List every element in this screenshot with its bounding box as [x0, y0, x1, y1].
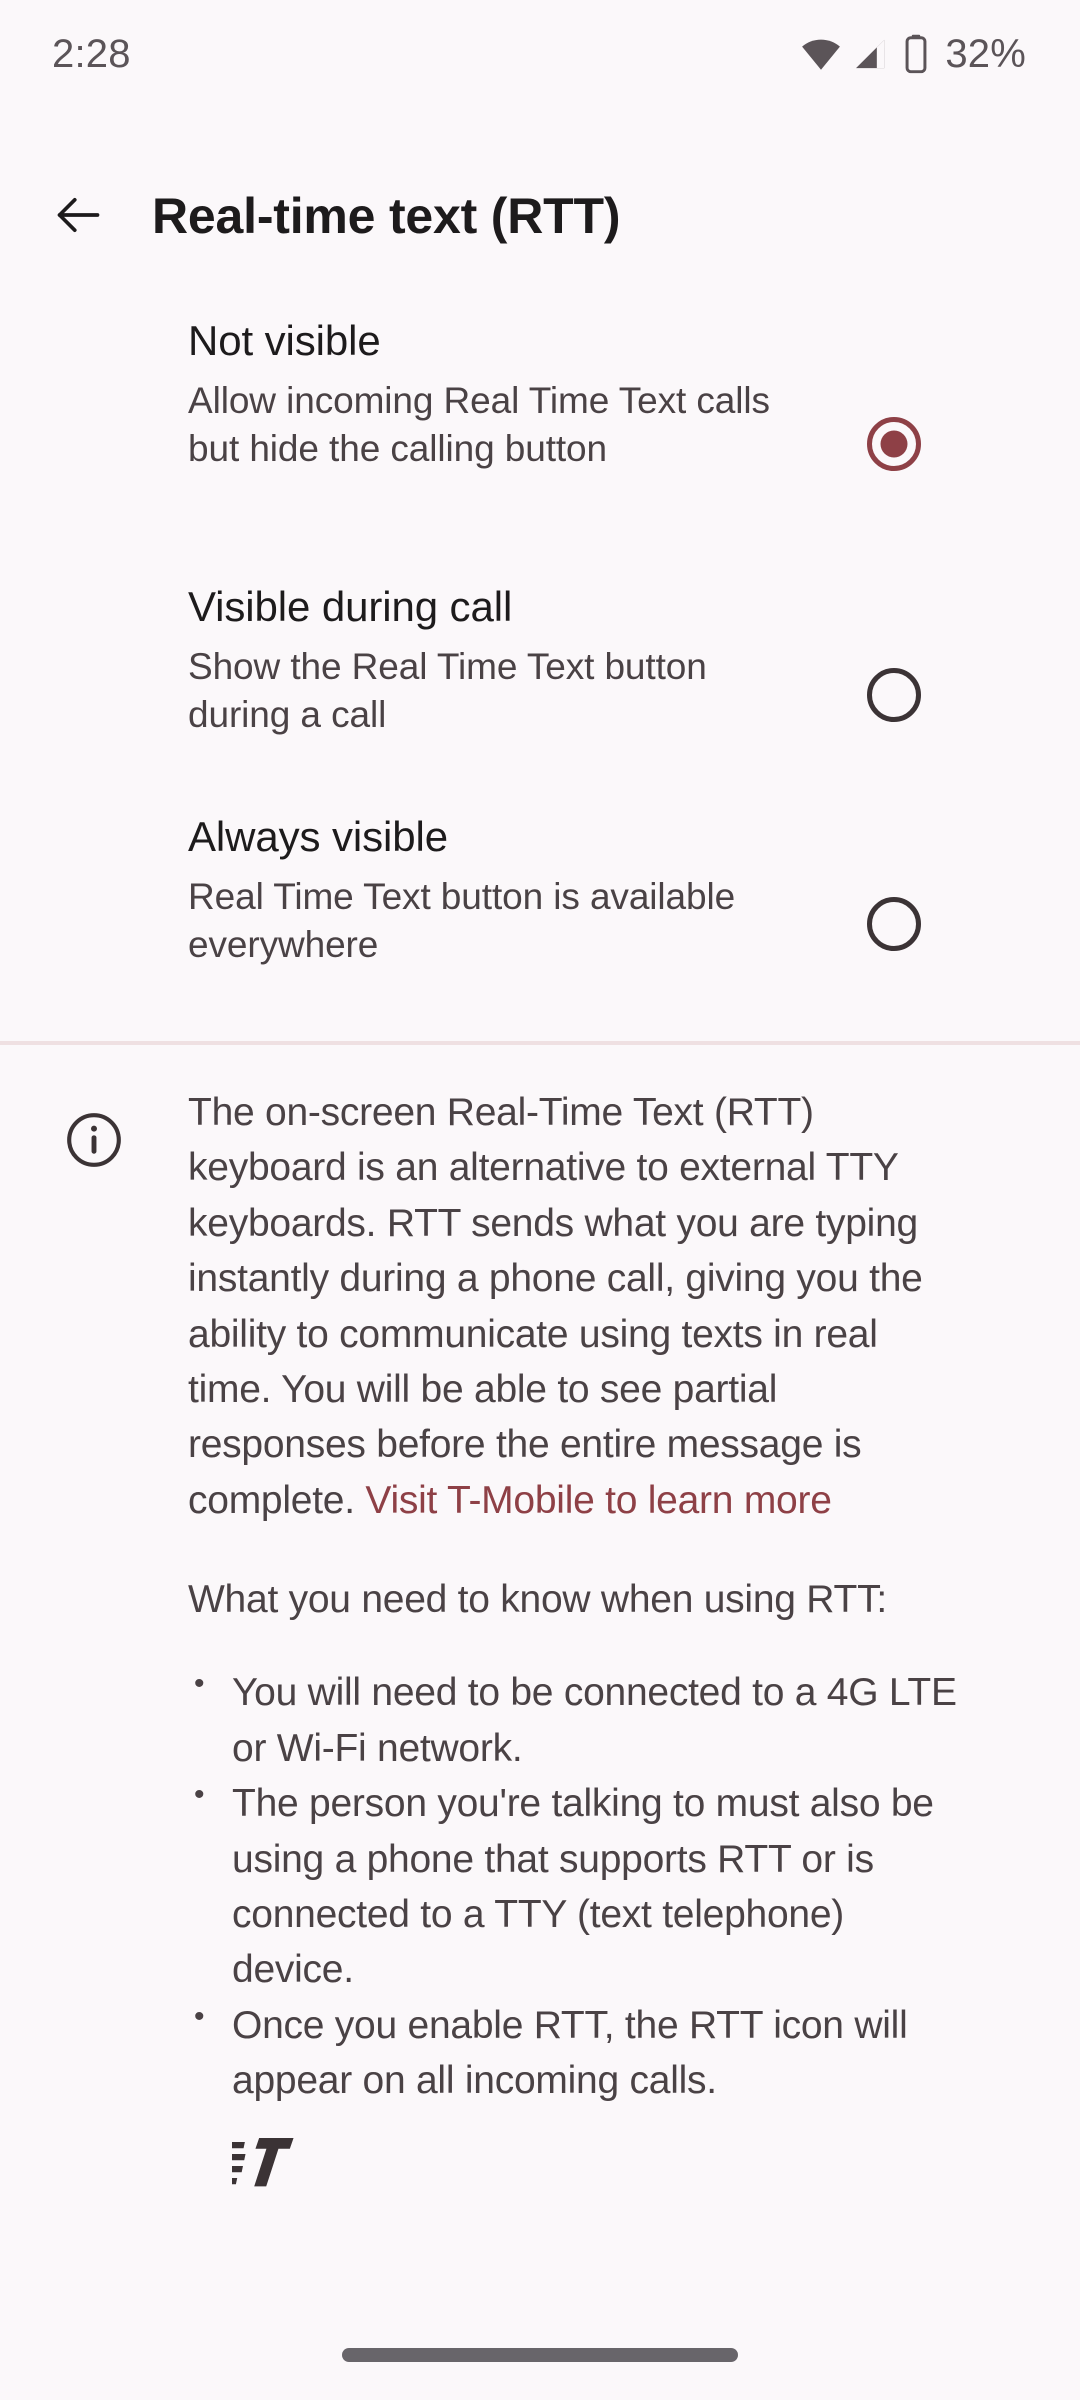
list-item: You will need to be connected to a 4G LT… [188, 1663, 958, 1776]
status-bar: 2:28 32% [0, 0, 1080, 108]
arrow-back-icon [52, 189, 104, 244]
info-paragraph: The on-screen Real-Time Text (RTT) keybo… [188, 1085, 958, 1528]
info-paragraph-text: The on-screen Real-Time Text (RTT) keybo… [188, 1091, 923, 1522]
option-always-visible[interactable]: Always visible Real Time Text button is … [0, 806, 1080, 1038]
radio-button-unselected-icon [867, 668, 921, 722]
info-section: The on-screen Real-Time Text (RTT) keybo… [0, 1085, 1080, 2193]
battery-percent-label: 32% [945, 31, 1026, 76]
option-description: Real Time Text button is available every… [188, 875, 736, 965]
cellular-signal-icon [851, 34, 891, 74]
option-title: Visible during call [188, 583, 513, 630]
option-title: Not visible [188, 317, 381, 364]
option-text: Visible during call Show the Real Time T… [188, 576, 808, 739]
radio-button-selected-icon [867, 417, 921, 471]
rtt-visibility-options: Not visible Allow incoming Real Time Tex… [0, 310, 1080, 1038]
app-bar: Real-time text (RTT) [0, 160, 1080, 272]
wifi-icon [800, 33, 842, 75]
info-subhead: What you need to know when using RTT: [188, 1578, 887, 1621]
radio-not-visible[interactable] [858, 408, 930, 480]
list-item: The person you're talking to must also b… [188, 1774, 958, 1998]
page-title: Real-time text (RTT) [152, 188, 621, 244]
info-icon-wrap [0, 1085, 188, 1176]
info-circle-icon [63, 1109, 125, 1176]
rtt-icon [221, 2132, 958, 2193]
option-visible-during-call[interactable]: Visible during call Show the Real Time T… [0, 576, 1080, 806]
section-divider [0, 1041, 1080, 1045]
option-title: Always visible [188, 813, 449, 860]
phone-screen: 2:28 32% Real-time text (RTT) Not visibl… [0, 0, 1080, 2400]
option-text: Always visible Real Time Text button is … [188, 806, 808, 969]
battery-icon [900, 33, 932, 75]
back-button[interactable] [30, 168, 126, 264]
status-icons: 32% [800, 32, 1026, 77]
home-gesture-pill[interactable] [342, 2348, 738, 2362]
list-item: Once you enable RTT, the RTT icon will a… [188, 1996, 958, 2109]
option-not-visible[interactable]: Not visible Allow incoming Real Time Tex… [0, 310, 1080, 576]
radio-always-visible[interactable] [858, 888, 930, 960]
radio-visible-during-call[interactable] [858, 659, 930, 731]
option-text: Not visible Allow incoming Real Time Tex… [188, 310, 808, 473]
info-body: The on-screen Real-Time Text (RTT) keybo… [188, 1085, 1018, 2193]
option-description: Allow incoming Real Time Text calls but … [188, 379, 770, 469]
radio-button-unselected-icon [867, 897, 921, 951]
status-clock: 2:28 [52, 31, 131, 76]
info-bullet-list: You will need to be connected to a 4G LT… [188, 1663, 958, 2109]
option-description: Show the Real Time Text button during a … [188, 645, 707, 735]
tmobile-learn-more-link[interactable]: Visit T-Mobile to learn more [365, 1479, 832, 1522]
